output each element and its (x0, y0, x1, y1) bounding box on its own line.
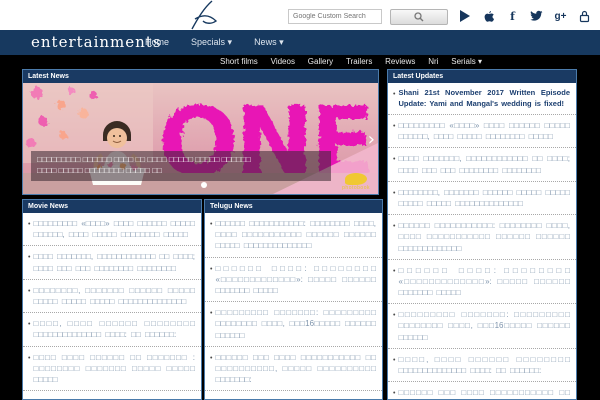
latest-updates-list: Shani 21st November 2017 Written Episode… (388, 83, 576, 399)
search-icon (414, 12, 424, 22)
news-item-text: □□□□□□ □□□ □□□□ □□□□□□□□□□□ □□ □□□□□□□□□… (398, 388, 570, 398)
sub-nav: Short films Videos Gallery Trailers Revi… (220, 57, 482, 66)
movie-news-list: □□□□□□□□□ «□□□□» □□□□ □□□□□□ □□□□□ □□□□□… (23, 213, 201, 399)
news-item-text: □□□□ □□□□ □□□□□□ □□ □□□□□□□ : □□□□□□□□ □… (33, 352, 195, 384)
news-item-text: □□□□, □□□□ □□□□□□ □□□□□□□□ □□□□□□□□□□□□□… (398, 354, 570, 375)
latest-news-title: Latest News (23, 70, 378, 83)
news-item-text: □□□□□□ □□□: □□□□□□□□ □□□□□□□□ □□□□□□□ □□… (215, 396, 376, 399)
subnav-videos[interactable]: Videos (271, 57, 295, 66)
news-item-text: □□□□ □□□□□□□, □□□□□□□□□□□□ □□ □□□□; □□□□… (33, 252, 195, 273)
subnav-reviews[interactable]: Reviews (385, 57, 415, 66)
news-item[interactable]: □□□□□□□□□ □□□□□□□: □□□□□□□□□ □□□□□□□□ □□… (205, 302, 382, 347)
news-item-text: □□□□□□ □□□□: □□□□□□□□ «□□□□□□□□□□□□□»: □… (215, 263, 376, 295)
news-item-text: □□□□□□□□□ □□□□□□□: □□□□□□□□□ □□□□□□□□ □□… (215, 308, 376, 340)
latest-updates-panel: Latest Updates Shani 21st November 2017 … (387, 69, 577, 400)
news-item[interactable]: □□□□□□ □□□□: □□□□□□□□ «□□□□□□□□□□□□□»: □… (388, 260, 576, 305)
news-item[interactable]: □□□□□□ □□□ □□□□ □□□□□□□□□□□ □□ □□□□□□□□□… (388, 382, 576, 399)
news-item-text: □□□□, □□□□ □□□□□□ □□□□□□□□ □□□□□□□□□□□□□… (33, 319, 195, 340)
news-item-text: □□□□□□ □□□ □□□□ □□□□□□□□□□□ □□ □□□□□□□□□… (215, 352, 376, 385)
main-nav: Home Specials ▾ News ▾ (145, 37, 284, 48)
telugu-news-list: □□□□□□ □□□□□□□□□□□: □□□□□□□□ □□□□, □□□□ … (205, 213, 382, 399)
news-item[interactable]: □□□□ □□□□□□□, □□□□□□□□□□□□ □□ □□□□; □□□□… (388, 148, 576, 182)
telugu-news-title: Telugu News (205, 200, 382, 213)
news-item[interactable]: □□□□□□ □□□ □□□□ □□□□□□□□□□□ □□ □□□□□□□□□… (205, 347, 382, 392)
subnav-gallery[interactable]: Gallery (308, 57, 333, 66)
news-item[interactable]: □□□□, □□□□ □□□□□□ □□□□□□□□ □□□□□□□□□□□□□… (23, 313, 201, 347)
news-item-text: □□□□□□□□, □□□□□□□ □□□□□□ □□□□□ □□□□□ □□□… (398, 187, 570, 208)
news-item-text: □□□□□□□□, □□□□□□□ □□□□□□ □□□□□ □□□□□ □□□… (33, 285, 195, 306)
top-bar: f g+ (0, 0, 600, 30)
carousel-caption: □□□□□□□□□ □□□□□□ □□□□ □□ □□□□ □□□□□ □□□□… (31, 151, 331, 181)
news-item-text: □□□□□□□□□ «□□□□» □□□□ □□□□□□ □□□□□ □□□□□… (398, 121, 570, 142)
news-item-text: □□ □□□□□□□□□□ □□□□□ □□□□ □□□□□□□, □□□□□□… (33, 396, 195, 399)
nav-home[interactable]: Home (145, 37, 169, 48)
search-button[interactable] (390, 9, 448, 25)
news-item-text: □□□□□□ □□□□□□□□□□□: □□□□□□□□ □□□□, □□□□ … (215, 219, 376, 251)
google-plus-icon[interactable]: g+ (554, 9, 567, 23)
facebook-icon[interactable]: f (506, 9, 519, 23)
subnav-serials[interactable]: Serials ▾ (451, 57, 482, 66)
subnav-short-films[interactable]: Short films (220, 57, 258, 66)
carousel-next-icon[interactable]: › (368, 131, 375, 149)
latest-updates-title: Latest Updates (388, 70, 576, 83)
caption-line-2: □□□□ □□□□□ □□□□□□□□ □□□□□ □□ (37, 165, 162, 175)
nav-specials[interactable]: Specials ▾ (191, 37, 232, 48)
news-item[interactable]: □□□□□□□□, □□□□□□□ □□□□□□ □□□□□ □□□□□ □□□… (388, 182, 576, 216)
telugu-news-panel: Telugu News □□□□□□ □□□□□□□□□□□: □□□□□□□□… (204, 199, 383, 400)
watermark-text: photobook (342, 185, 370, 191)
movie-news-title: Movie News (23, 200, 201, 213)
caption-line-1: □□□□□□□□□ □□□□□□ □□□□ □□ □□□□ □□□□□ □□□□… (37, 155, 251, 164)
latest-news-panel: Latest News ONE □□□□□□□□□ □□□□□□ □□□□ □□… (22, 69, 379, 195)
nav-news[interactable]: News ▾ (254, 37, 284, 48)
news-item-text: Shani 21st November 2017 Written Episode… (398, 88, 570, 108)
logo-swoosh-icon (191, 0, 218, 30)
twitter-icon[interactable] (530, 9, 543, 23)
news-item[interactable]: □□□□, □□□□ □□□□□□ □□□□□□□□ □□□□□□□□□□□□□… (388, 349, 576, 383)
news-item[interactable]: □□□□□□□□□ □□□□□□□: □□□□□□□□□ □□□□□□□□ □□… (388, 304, 576, 349)
news-item-text: □□□□□□□□□ «□□□□» □□□□ □□□□□□ □□□□□ □□□□□… (33, 219, 195, 240)
news-item-text: □□□□□□ □□□□: □□□□□□□□ «□□□□□□□□□□□□□»: □… (398, 265, 570, 298)
news-carousel[interactable]: ONE □□□□□□□□□ □□□□□□ □□□□ □□ □□□□ □□□□□ … (23, 83, 378, 194)
news-item[interactable]: □□□□□□ □□□: □□□□□□□□ □□□□□□□□ □□□□□□□ □□… (205, 391, 382, 399)
news-item[interactable]: □□□□□□ □□□□□□□□□□□: □□□□□□□□ □□□□, □□□□ … (388, 215, 576, 260)
news-item[interactable]: Shani 21st November 2017 Written Episode… (388, 83, 576, 115)
site-logo[interactable]: entertainments (31, 33, 162, 51)
news-item[interactable]: □□□□□□ □□□□□□□□□□□: □□□□□□□□ □□□□, □□□□ … (205, 213, 382, 258)
watermark-logo-icon (345, 173, 368, 185)
lock-icon[interactable] (578, 9, 591, 23)
subnav-trailers[interactable]: Trailers (346, 57, 372, 66)
movie-news-panel: Movie News □□□□□□□□□ «□□□□» □□□□ □□□□□□ … (22, 199, 202, 400)
news-item[interactable]: □□□□□□□□, □□□□□□□ □□□□□□ □□□□□ □□□□□ □□□… (23, 280, 201, 314)
news-item[interactable]: □□□□ □□□□□□□, □□□□□□□□□□□□ □□ □□□□; □□□□… (23, 246, 201, 280)
social-icon-row: f g+ (458, 7, 591, 25)
google-play-icon[interactable] (458, 9, 471, 23)
news-item-text: □□□□□□□□□ □□□□□□□: □□□□□□□□□ □□□□□□□□ □□… (398, 310, 570, 342)
news-item[interactable]: □□□□□□ □□□□: □□□□□□□□ «□□□□□□□□□□□□□»: □… (205, 258, 382, 303)
subnav-nri[interactable]: Nri (428, 57, 438, 66)
search-input[interactable] (288, 9, 382, 24)
news-item-text: □□□□□□ □□□□□□□□□□□: □□□□□□□□ □□□□, □□□□ … (398, 221, 570, 253)
news-item[interactable]: □□□□ □□□□ □□□□□□ □□ □□□□□□□ : □□□□□□□□ □… (23, 347, 201, 392)
carousel-dot[interactable] (200, 182, 207, 188)
news-item[interactable]: □□□□□□□□□ «□□□□» □□□□ □□□□□□ □□□□□ □□□□□… (23, 213, 201, 247)
news-item-text: □□□□ □□□□□□□, □□□□□□□□□□□□ □□ □□□□; □□□□… (398, 154, 570, 175)
apple-icon[interactable] (482, 9, 495, 23)
news-item[interactable]: □□ □□□□□□□□□□ □□□□□ □□□□ □□□□□□□, □□□□□□… (23, 391, 201, 399)
photobook-watermark: photobook (342, 173, 370, 191)
news-item[interactable]: □□□□□□□□□ «□□□□» □□□□ □□□□□□ □□□□□ □□□□□… (388, 115, 576, 149)
